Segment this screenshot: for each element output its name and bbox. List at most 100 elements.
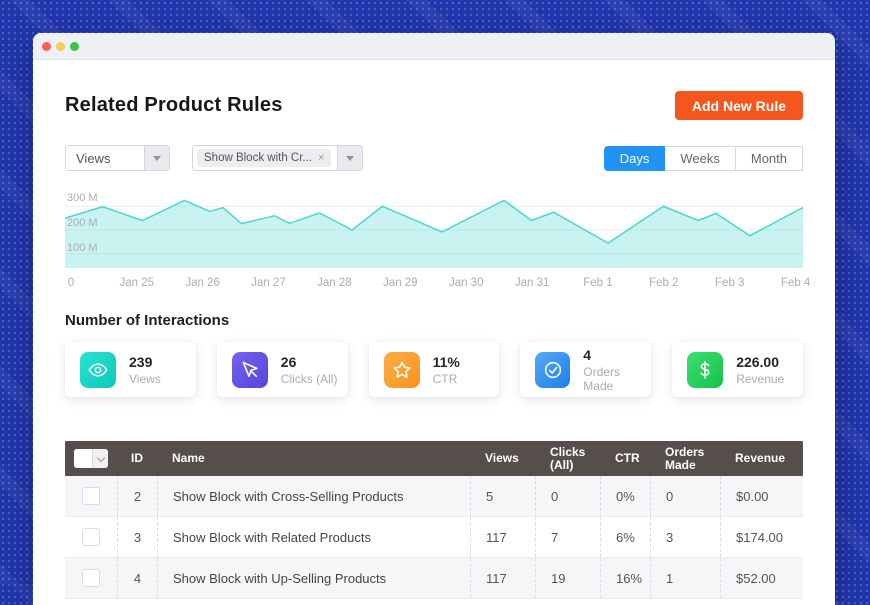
column-header-id: ID: [117, 441, 157, 476]
rule-filter-select[interactable]: Show Block with Cr... ×: [192, 145, 363, 171]
x-axis-tick: Jan 31: [515, 277, 550, 289]
y-axis-tick: 100 M: [67, 243, 98, 254]
views-area-chart: 300 M 200 M 100 M: [65, 192, 803, 268]
column-header-orders: Orders Made: [650, 441, 720, 476]
period-tabs: DaysWeeksMonth: [604, 146, 803, 171]
cell-id: 3: [117, 517, 157, 557]
row-checkbox[interactable]: [82, 487, 100, 505]
stat-value: 4: [583, 347, 651, 363]
chevron-down-icon[interactable]: [144, 146, 169, 170]
rules-table: ID Name Views Clicks (All) CTR Orders Ma…: [65, 441, 803, 599]
check-circle-icon: [535, 352, 570, 388]
minimize-button[interactable]: [56, 42, 65, 51]
stat-value: 239: [129, 354, 161, 370]
stat-text: 226.00 Revenue: [736, 354, 784, 386]
metric-select-value: Views: [66, 151, 144, 166]
cell-ctr: 6%: [600, 517, 650, 557]
stat-text: 4 Orders Made: [583, 347, 651, 393]
cursor-icon: [232, 352, 268, 388]
y-axis-tick: 200 M: [67, 218, 98, 229]
stat-cards: 239 Views 26 Clicks (All) 11% CTR: [65, 342, 803, 397]
x-axis-tick: Jan 27: [251, 277, 286, 289]
cell-orders: 3: [650, 517, 720, 557]
cell-name: Show Block with Cross-Selling Products: [157, 476, 470, 516]
stat-text: 26 Clicks (All): [281, 354, 338, 386]
stat-label: Clicks (All): [281, 372, 338, 386]
eye-icon: [80, 352, 116, 388]
window-titlebar: [33, 33, 835, 60]
column-header-ctr: CTR: [600, 441, 650, 476]
x-axis-tick: Feb 3: [715, 277, 744, 289]
cell-name: Show Block with Related Products: [157, 517, 470, 557]
dollar-icon: [687, 352, 723, 388]
y-axis-tick: 300 M: [67, 193, 98, 204]
x-axis-tick: 0: [68, 277, 74, 289]
x-axis-tick: Feb 4: [781, 277, 810, 289]
zoom-button[interactable]: [70, 42, 79, 51]
cell-orders: 1: [650, 558, 720, 598]
period-tab[interactable]: Weeks: [665, 146, 736, 171]
filter-tag-label: Show Block with Cr...: [204, 152, 312, 164]
stat-card: 11% CTR: [369, 342, 500, 397]
area-chart-canvas: [65, 192, 803, 268]
cell-orders: 0: [650, 476, 720, 516]
column-header-clicks: Clicks (All): [535, 441, 600, 476]
stat-value: 11%: [433, 354, 460, 370]
table-row: 3 Show Block with Related Products 117 7…: [65, 517, 803, 558]
remove-tag-icon[interactable]: ×: [318, 152, 324, 164]
chart-x-axis-labels: 0Jan 25Jan 26Jan 27Jan 28Jan 29Jan 30Jan…: [65, 277, 803, 291]
column-header-name: Name: [157, 441, 470, 476]
cell-views: 5: [470, 476, 535, 516]
stat-label: Revenue: [736, 372, 784, 386]
stat-text: 11% CTR: [433, 354, 460, 386]
stat-value: 26: [281, 354, 338, 370]
cell-id: 4: [117, 558, 157, 598]
cell-views: 117: [470, 517, 535, 557]
table-header-row: ID Name Views Clicks (All) CTR Orders Ma…: [65, 441, 803, 476]
period-tab[interactable]: Month: [736, 146, 803, 171]
cell-revenue: $52.00: [720, 558, 803, 598]
stat-card: 239 Views: [65, 342, 196, 397]
stat-value: 226.00: [736, 354, 784, 370]
x-axis-tick: Feb 1: [583, 277, 612, 289]
cell-revenue: $174.00: [720, 517, 803, 557]
cell-clicks: 7: [535, 517, 600, 557]
period-tab[interactable]: Days: [604, 146, 666, 171]
row-checkbox[interactable]: [82, 528, 100, 546]
page-header: Related Product Rules Add New Rule: [65, 91, 803, 120]
star-icon: [384, 352, 420, 388]
app-window: Related Product Rules Add New Rule Views…: [33, 33, 835, 605]
cell-ctr: 0%: [600, 476, 650, 516]
filter-row: Views Show Block with Cr... × DaysWeeksM…: [65, 145, 803, 171]
cell-ctr: 16%: [600, 558, 650, 598]
close-button[interactable]: [42, 42, 51, 51]
page-content: Related Product Rules Add New Rule Views…: [33, 91, 835, 599]
cell-clicks: 0: [535, 476, 600, 516]
x-axis-tick: Jan 28: [317, 277, 352, 289]
interactions-heading: Number of Interactions: [65, 312, 803, 329]
x-axis-tick: Jan 30: [449, 277, 484, 289]
stat-label: Views: [129, 372, 161, 386]
cell-clicks: 19: [535, 558, 600, 598]
stat-label: Orders Made: [583, 365, 651, 393]
add-new-rule-button[interactable]: Add New Rule: [675, 91, 803, 120]
chevron-down-icon[interactable]: [337, 146, 362, 170]
stat-card: 26 Clicks (All): [217, 342, 348, 397]
chevron-down-icon[interactable]: [92, 449, 108, 468]
column-header-revenue: Revenue: [720, 441, 803, 476]
x-axis-tick: Feb 2: [649, 277, 678, 289]
row-checkbox[interactable]: [82, 569, 100, 587]
select-all-control[interactable]: [74, 449, 108, 468]
table-row: 4 Show Block with Up-Selling Products 11…: [65, 558, 803, 599]
x-axis-tick: Jan 29: [383, 277, 418, 289]
select-all-checkbox[interactable]: [74, 449, 92, 468]
stat-card: 226.00 Revenue: [672, 342, 803, 397]
x-axis-tick: Jan 26: [185, 277, 220, 289]
stat-text: 239 Views: [129, 354, 161, 386]
cell-name: Show Block with Up-Selling Products: [157, 558, 470, 598]
filter-tag: Show Block with Cr... ×: [197, 149, 331, 167]
page-title: Related Product Rules: [65, 94, 283, 117]
table-row: 2 Show Block with Cross-Selling Products…: [65, 476, 803, 517]
metric-select[interactable]: Views: [65, 145, 170, 171]
cell-id: 2: [117, 476, 157, 516]
